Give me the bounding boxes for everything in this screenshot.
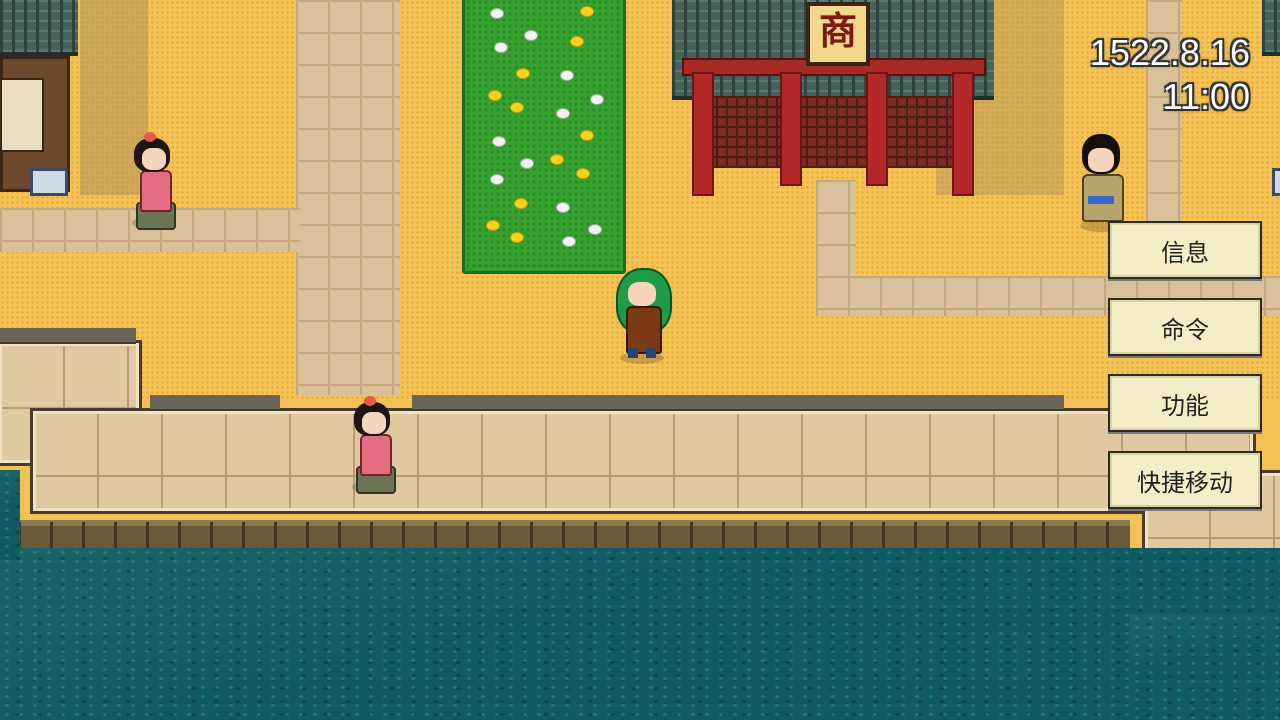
right-building-edge [1262,0,1280,196]
npc-man[interactable] [1074,132,1128,232]
left-building [0,0,80,196]
river-water-left [0,470,20,560]
stone-path-vertical-left [296,0,400,395]
npc-girl-1[interactable] [128,130,180,230]
menu-button-function[interactable]: 功能 [1108,374,1262,432]
menu-button-quick-travel[interactable]: 快捷移动 [1108,451,1262,509]
stone-wall-top [150,395,280,411]
stone-wall-top-main [412,395,1064,411]
hud-date: 1522.8.16 [1089,32,1250,73]
river-water-right [1130,614,1280,720]
shop-building[interactable]: 商 [672,0,996,196]
game-map[interactable]: 商 [0,0,1280,720]
shop-sign: 商 [806,2,870,66]
menu-button-info[interactable]: 信息 [1108,221,1262,279]
river-water [0,548,1280,720]
player-character[interactable] [612,266,672,364]
npc-girl-2[interactable] [348,394,400,494]
stone-wall-top-left [0,328,136,344]
plaza-main [30,408,1256,514]
hud-time: 11:00 [1162,76,1250,117]
flower-garden [462,0,626,274]
menu-button-command[interactable]: 命令 [1108,298,1262,356]
